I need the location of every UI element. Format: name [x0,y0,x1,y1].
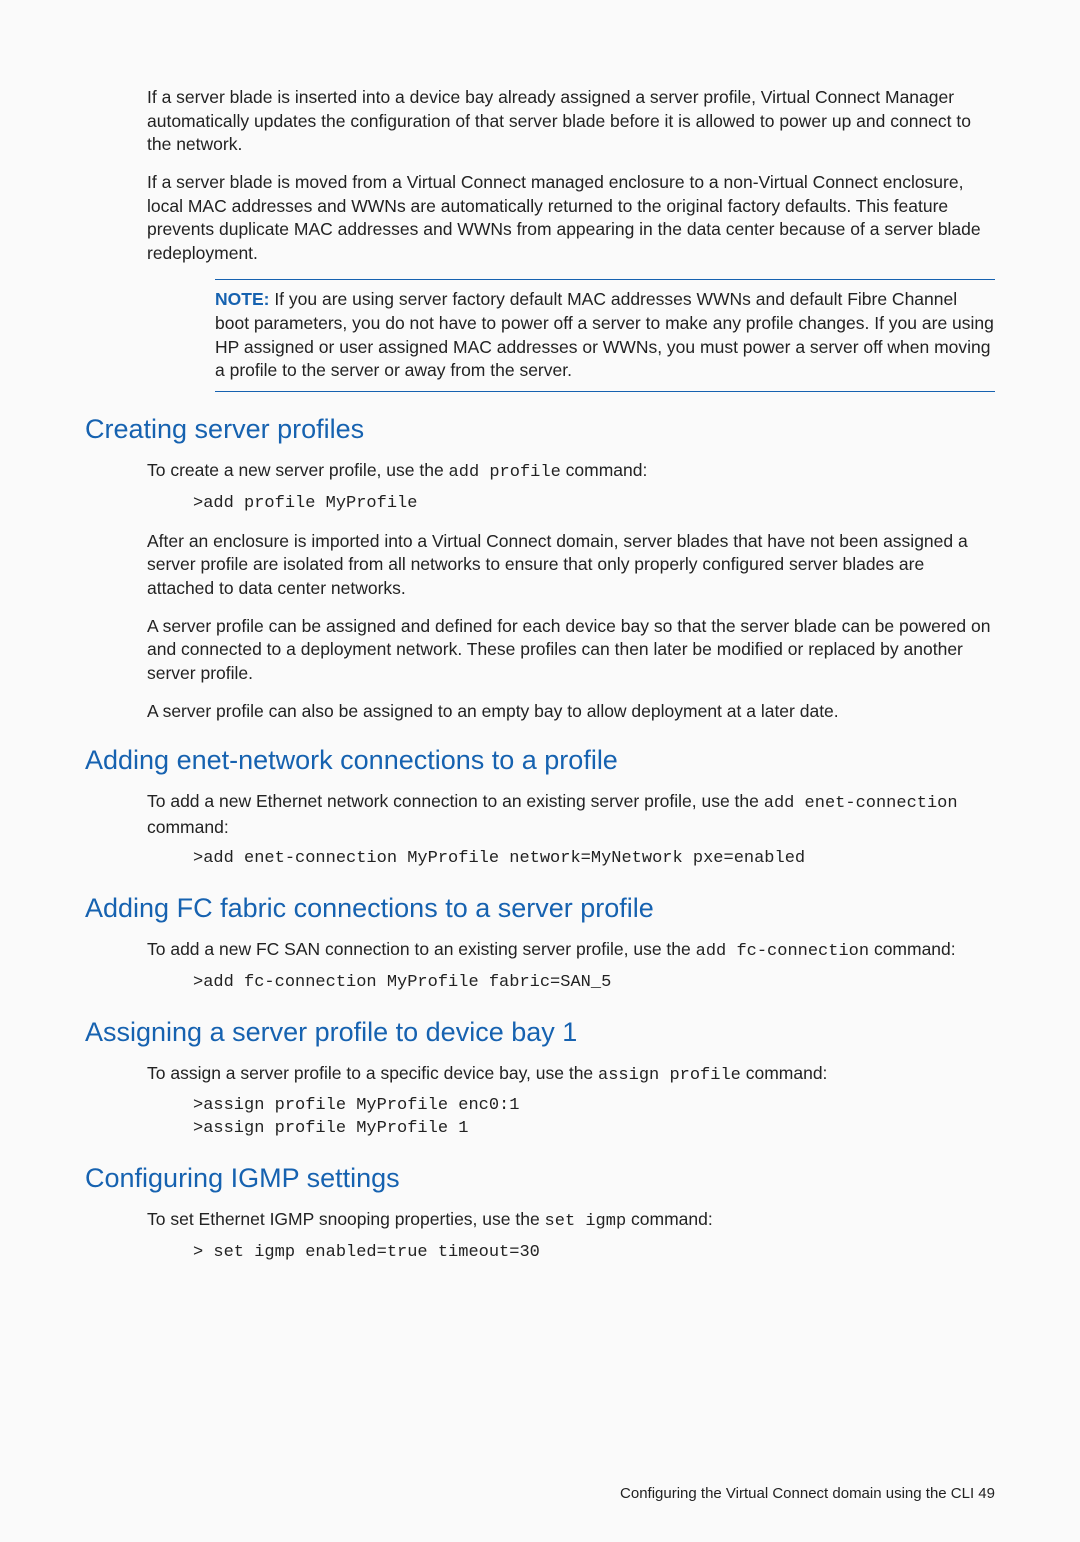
note-text: If you are using server factory default … [215,289,994,380]
sec1-p1a: To create a new server profile, use the [147,460,449,480]
sec4-code1: >assign profile MyProfile enc0:1 >assign… [85,1095,995,1141]
sec1-cmd-add-profile: add profile [449,463,561,482]
heading-adding-enet-network: Adding enet-network connections to a pro… [85,745,995,776]
heading-configuring-igmp: Configuring IGMP settings [85,1163,995,1194]
sec2-p1b: command: [147,817,229,837]
sec5-cmd-set-igmp: set igmp [545,1212,627,1231]
note-box: NOTE: If you are using server factory de… [215,279,995,392]
sec1-p2: After an enclosure is imported into a Vi… [85,530,995,601]
sec3-intro: To add a new FC SAN connection to an exi… [85,938,995,964]
heading-assigning-profile: Assigning a server profile to device bay… [85,1017,995,1048]
sec5-intro: To set Ethernet IGMP snooping properties… [85,1208,995,1234]
sec5-p1a: To set Ethernet IGMP snooping properties… [147,1209,545,1229]
sec2-cmd-add-enet: add enet-connection [764,794,958,813]
sec5-code1: > set igmp enabled=true timeout=30 [85,1242,995,1265]
sec1-p4: A server profile can also be assigned to… [85,700,995,724]
heading-creating-server-profiles: Creating server profiles [85,414,995,445]
sec2-code1: >add enet-connection MyProfile network=M… [85,848,995,871]
sec4-p1b: command: [741,1063,828,1083]
heading-adding-fc-fabric: Adding FC fabric connections to a server… [85,893,995,924]
sec4-cmd-assign-profile: assign profile [598,1066,741,1085]
sec1-p1b: command: [561,460,648,480]
page-footer: Configuring the Virtual Connect domain u… [85,1485,995,1502]
sec4-intro: To assign a server profile to a specific… [85,1062,995,1088]
sec3-p1b: command: [869,939,956,959]
sec1-intro: To create a new server profile, use the … [85,459,995,485]
sec3-cmd-add-fc: add fc-connection [696,942,869,961]
note-label: NOTE: [215,289,269,309]
intro-paragraph-2: If a server blade is moved from a Virtua… [85,171,995,266]
sec2-intro: To add a new Ethernet network connection… [85,790,995,840]
sec5-p1b: command: [626,1209,713,1229]
sec4-p1a: To assign a server profile to a specific… [147,1063,598,1083]
sec2-p1a: To add a new Ethernet network connection… [147,791,764,811]
sec3-p1a: To add a new FC SAN connection to an exi… [147,939,696,959]
sec3-code1: >add fc-connection MyProfile fabric=SAN_… [85,972,995,995]
sec1-code1: >add profile MyProfile [85,493,995,516]
intro-paragraph-1: If a server blade is inserted into a dev… [85,86,995,157]
sec1-p3: A server profile can be assigned and def… [85,615,995,686]
